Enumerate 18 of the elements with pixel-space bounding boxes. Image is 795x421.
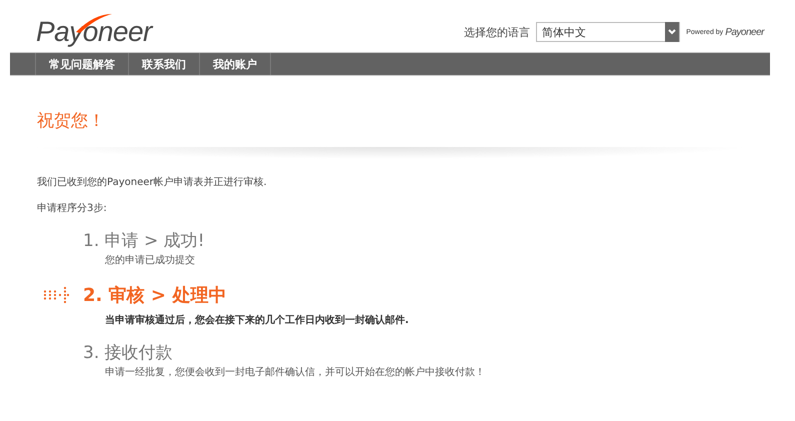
step-title: 1. 申请 > 成功! <box>83 230 206 252</box>
step-description: 申请一经批复，您便会收到一封电子邮件确认信，并可以开始在您的帐户中接收付款！ <box>105 366 486 379</box>
step-title: 2. 审核 > 处理中 <box>83 284 228 307</box>
intro-text: 申请程序分3步: <box>37 202 108 215</box>
nav-link[interactable]: 联系我们 <box>128 53 199 75</box>
step-description: 当申请审核通过后，您会在接下来的几个工作日内收到一封确认邮件. <box>105 313 410 327</box>
language-label: 选择您的语言 <box>464 24 530 40</box>
language-select[interactable]: 简体中文 <box>536 22 680 42</box>
payoneer-logo: Payoneer <box>725 26 764 38</box>
nav-link[interactable]: 我的账户 <box>199 53 271 75</box>
step-description: 您的申请已成功提交 <box>105 254 196 267</box>
nav-link[interactable]: 常见问题解答 <box>35 53 128 75</box>
caret-icon <box>665 22 680 42</box>
page-title: 祝贺您！ <box>37 110 106 133</box>
arrow-icon <box>43 285 70 305</box>
intro-text: 我们已收到您的Payoneer帐户申请表并正进行审核. <box>37 176 268 189</box>
payoneer-logo: Payoneer <box>36 13 152 48</box>
step-title: 3. 接收付款 <box>83 342 174 364</box>
